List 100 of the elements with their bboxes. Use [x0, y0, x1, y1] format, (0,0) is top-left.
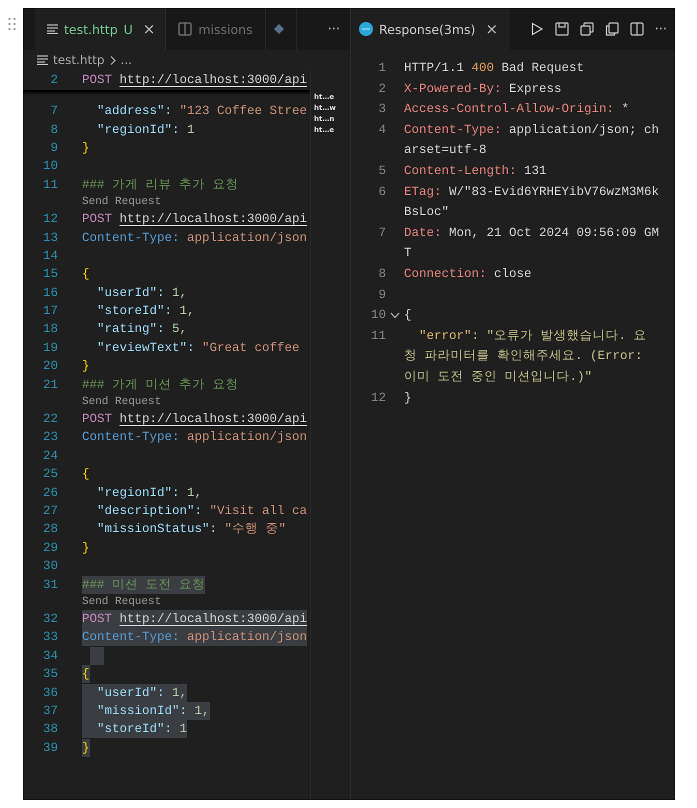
split-view-icon[interactable] — [630, 22, 644, 36]
brace: } — [82, 140, 90, 157]
line-number: 2 — [49, 73, 59, 87]
json-key: "missionId": — [97, 702, 188, 720]
line-number: 30 — [42, 559, 59, 574]
tab-label: missions — [198, 22, 253, 36]
line-number: 37 — [42, 704, 59, 718]
number-value: 1 — [180, 721, 188, 738]
line-number: 31 — [42, 578, 59, 592]
number-value: 1, — [172, 684, 188, 702]
stacked-windows-icon[interactable] — [580, 22, 594, 36]
comment: ### 가게 미션 추가 요청 — [82, 376, 239, 394]
header-name: Content-Length: — [404, 162, 517, 180]
string-value: "123 Coffee Stree — [180, 103, 308, 120]
header-name: ETag: — [404, 184, 442, 201]
line-number: 12 — [370, 390, 386, 406]
status-reason: Bad Request — [502, 60, 584, 77]
header-value: 131 — [524, 162, 547, 180]
line-number: 27 — [42, 504, 59, 518]
line-number: 28 — [42, 522, 59, 536]
breadcrumb-item[interactable]: test.http — [53, 53, 104, 67]
line-number: 36 — [42, 686, 59, 700]
line-number: 15 — [42, 267, 59, 282]
url-link[interactable]: http://localhost:3000/api — [120, 410, 308, 428]
http-method: POST — [82, 211, 112, 228]
close-tab-button[interactable]: × — [142, 20, 156, 38]
line-number: 4 — [377, 122, 386, 139]
header-value: Mon, 21 Oct 2024 09:56:09 GM — [449, 224, 660, 242]
copy-icon[interactable] — [604, 22, 619, 36]
fold-chevron-icon[interactable] — [390, 310, 400, 320]
line-number: 24 — [42, 448, 59, 463]
number-value: 1, — [194, 702, 210, 720]
url-link[interactable]: http://localhost:3000/api — [120, 210, 308, 228]
comment: ### 가게 리뷰 추가 요청 — [82, 176, 239, 194]
line-number: 38 — [42, 722, 59, 736]
line-number: 23 — [42, 430, 59, 444]
header-value: W/"83-Evid6YRHEYibV76wzM3M6k — [449, 184, 660, 201]
url-link[interactable]: http://localhost:3000/api — [120, 610, 308, 628]
line-number: 21 — [42, 378, 59, 392]
line-number: 6 — [377, 184, 386, 201]
json-key: "description": — [97, 502, 202, 520]
split-view-icon — [178, 22, 192, 36]
url-link[interactable]: http://localhost:3000/api — [120, 71, 308, 89]
header-value: BsLoc" — [404, 204, 450, 222]
brace: { — [404, 307, 412, 324]
number-value: 1, — [180, 303, 195, 320]
header-name: Content-Type: — [82, 230, 180, 247]
line-number: 13 — [42, 230, 59, 245]
send-request-link[interactable]: Send Request — [82, 596, 162, 608]
line-number: 1 — [377, 60, 386, 77]
json-key: "regionId": — [97, 120, 180, 139]
send-request-link[interactable]: Send Request — [82, 396, 162, 408]
line-number: 8 — [377, 266, 386, 283]
json-key: "storeId": — [97, 720, 172, 738]
status-code: 400 — [472, 60, 494, 77]
brace: { — [82, 266, 90, 284]
chevron-right-icon — [110, 56, 116, 64]
drag-handle-icon[interactable] — [8, 17, 16, 31]
string-value: "수행 중" — [224, 521, 286, 538]
http-method: POST — [82, 411, 112, 428]
more-actions-button[interactable]: ··· — [318, 8, 350, 50]
line-number: 33 — [42, 630, 59, 644]
line-number: 17 — [42, 304, 59, 318]
brace: } — [82, 358, 90, 376]
line-number: 11 — [42, 178, 59, 192]
editor-tab[interactable]: test.http U × — [35, 8, 166, 50]
json-key: "missionStatus": — [97, 520, 218, 538]
http-version: HTTP/1.1 — [404, 60, 464, 77]
number-value: 1, — [172, 284, 188, 302]
header-value: arset=utf-8 — [404, 142, 487, 160]
run-icon[interactable] — [530, 22, 544, 36]
header-name: Date: — [404, 224, 442, 242]
line-number: 3 — [377, 101, 386, 118]
editor-tab[interactable] — [266, 8, 297, 50]
brace: } — [82, 740, 90, 757]
json-key: "error": — [419, 326, 480, 346]
header-name: Content-Type: — [404, 122, 502, 139]
more-actions-button[interactable]: ··· — [654, 22, 667, 36]
line-number: 2 — [377, 80, 386, 98]
line-number: 9 — [377, 286, 386, 304]
header-name: Content-Type: — [82, 629, 180, 646]
line-number: 19 — [42, 340, 59, 355]
response-tab[interactable]: Response(3ms) × — [351, 8, 510, 50]
line-number: 34 — [42, 648, 59, 663]
header-name: Content-Type: — [82, 429, 180, 446]
file-lines-icon — [37, 55, 48, 65]
send-request-link[interactable]: Send Request — [82, 196, 162, 208]
diamond-icon — [274, 24, 284, 34]
close-tab-button[interactable]: × — [485, 20, 498, 38]
header-value: * — [622, 101, 630, 118]
line-number: 12 — [42, 212, 59, 226]
line-number: 10 — [370, 307, 386, 324]
json-key: "storeId": — [97, 302, 172, 320]
breadcrumb-item[interactable]: ... — [120, 53, 132, 67]
brace: } — [404, 390, 412, 406]
string-value: 청 파라미터를 확인해주세요. (Error: — [404, 348, 643, 366]
line-number: 8 — [49, 122, 59, 137]
string-value: 이미 도전 중인 미션입니다.)" — [404, 368, 592, 386]
save-icon[interactable] — [554, 22, 569, 36]
line-number: 39 — [42, 740, 59, 755]
